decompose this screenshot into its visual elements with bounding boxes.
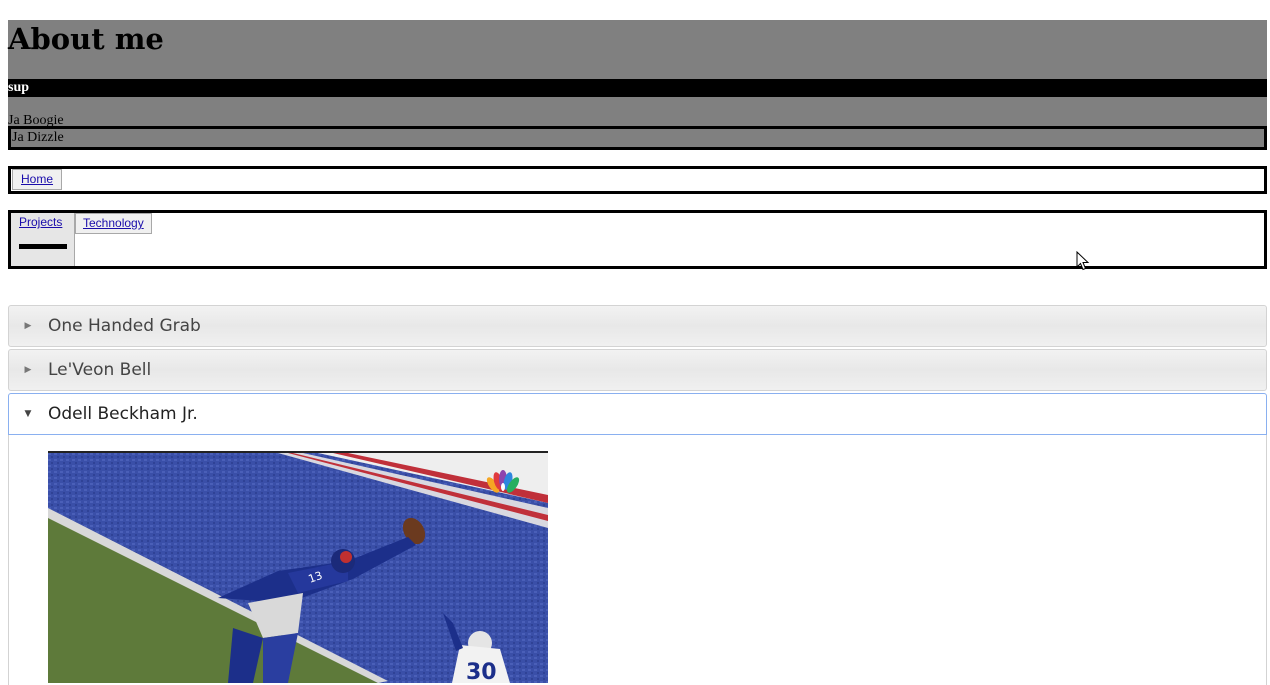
accordion-label: One Handed Grab	[48, 316, 201, 336]
header-block: About me sup Ja Boogie Ja Dizzle	[8, 20, 1267, 150]
projects-link[interactable]: Projects	[11, 213, 70, 234]
home-nav: Home	[8, 166, 1267, 194]
tab-projects[interactable]: Projects	[11, 213, 75, 266]
accordion-label: Odell Beckham Jr.	[48, 404, 198, 424]
accordion-label: Le'Veon Bell	[48, 360, 152, 380]
accordion: ▶ One Handed Grab ▶ Le'Veon Bell ▼ Odell…	[8, 305, 1267, 685]
triangle-right-icon: ▶	[24, 321, 32, 331]
active-tab-indicator	[19, 244, 67, 249]
name-line-text: Ja Boogie	[8, 113, 64, 128]
triangle-right-icon: ▶	[24, 365, 32, 375]
tab-technology[interactable]: Technology	[75, 213, 152, 234]
sup-banner: sup	[8, 79, 1267, 97]
accordion-header-odell-beckham[interactable]: ▼ Odell Beckham Jr.	[8, 393, 1267, 435]
page-wrapper: About me sup Ja Boogie Ja Dizzle Home Pr…	[8, 20, 1267, 269]
svg-text:30: 30	[466, 660, 497, 683]
accordion-header-leveon-bell[interactable]: ▶ Le'Veon Bell	[8, 349, 1267, 391]
catch-gif-image: 13 30	[48, 451, 548, 683]
boxed-name: Ja Dizzle	[8, 126, 1267, 150]
catch-illustration: 13 30	[48, 453, 548, 683]
page-title: About me	[8, 22, 164, 56]
accordion-header-one-handed-grab[interactable]: ▶ One Handed Grab	[8, 305, 1267, 347]
technology-link[interactable]: Technology	[75, 213, 152, 234]
accordion-panel: 13 30	[8, 435, 1267, 685]
triangle-down-icon: ▼	[24, 409, 32, 419]
mouse-pointer-icon	[1076, 251, 1090, 271]
home-link[interactable]: Home	[12, 169, 63, 190]
